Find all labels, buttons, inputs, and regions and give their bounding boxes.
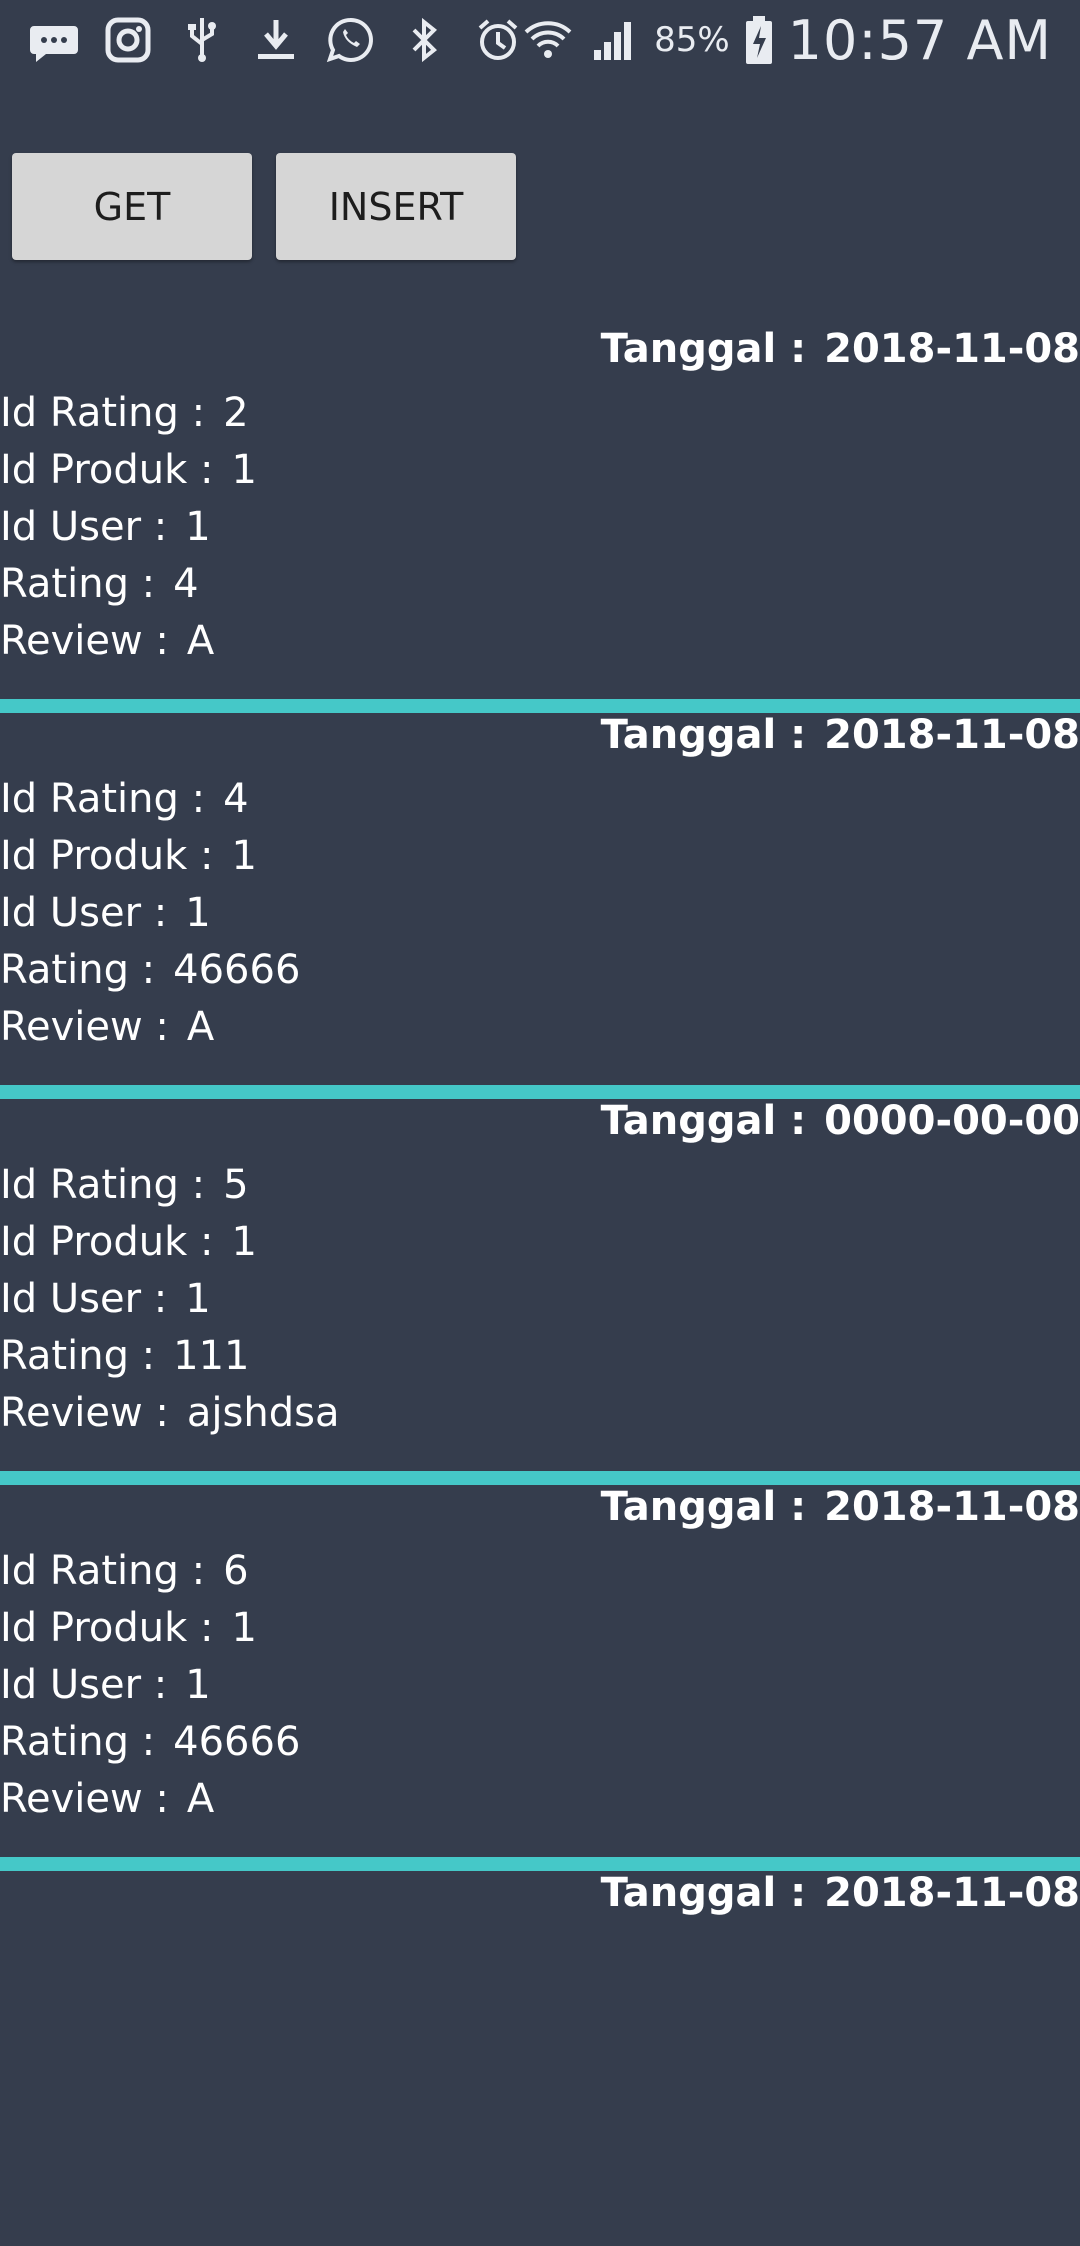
tanggal-value: 2018-11-08 xyxy=(824,1870,1080,1916)
id-produk-row: Id Produk : 1 xyxy=(0,833,257,879)
review-label: Review : xyxy=(0,1390,169,1436)
id-rating-row: Id Rating : 4 xyxy=(0,776,249,822)
id-user-label: Id User : xyxy=(0,1662,168,1708)
rating-row: Rating : 46666 xyxy=(0,1719,300,1765)
review-label: Review : xyxy=(0,618,169,664)
rating-value: 46666 xyxy=(173,1719,301,1765)
id-produk-label: Id Produk : xyxy=(0,1605,214,1651)
id-user-value: 1 xyxy=(185,504,211,550)
id-user-label: Id User : xyxy=(0,890,168,936)
id-produk-row: Id Produk : 1 xyxy=(0,1605,257,1651)
id-rating-label: Id Rating : xyxy=(0,1548,206,1594)
review-label: Review : xyxy=(0,1004,169,1050)
id-produk-value: 1 xyxy=(231,833,257,879)
id-user-value: 1 xyxy=(185,1662,211,1708)
review-value: A xyxy=(186,1776,215,1822)
clock: 10:57 AM xyxy=(787,8,1052,72)
rating-card[interactable]: Tanggal : 0000-00-00 Id Rating : 5 Id Prod… xyxy=(0,1088,1080,1485)
id-rating-row: Id Rating : 6 xyxy=(0,1548,249,1594)
tanggal-row: Tanggal : 2018-11-08 xyxy=(601,1870,1080,1916)
id-user-row: Id User : 1 xyxy=(0,504,211,550)
alarm-icon xyxy=(478,19,518,60)
download-icon xyxy=(258,20,294,59)
rating-card[interactable]: Tanggal : 2018-11-08 xyxy=(0,1860,1080,2246)
rating-value: 111 xyxy=(173,1333,250,1379)
id-produk-label: Id Produk : xyxy=(0,447,214,493)
id-produk-label: Id Produk : xyxy=(0,833,214,879)
id-rating-label: Id Rating : xyxy=(0,776,206,822)
bluetooth-icon xyxy=(412,17,437,63)
id-user-value: 1 xyxy=(185,1276,211,1322)
sms-icon xyxy=(30,26,78,62)
id-user-label: Id User : xyxy=(0,504,168,550)
id-rating-value: 2 xyxy=(223,390,249,436)
id-user-row: Id User : 1 xyxy=(0,1276,211,1322)
tanggal-value: 2018-11-08 xyxy=(824,712,1080,758)
tanggal-value: 0000-00-00 xyxy=(824,1098,1080,1144)
tanggal-label: Tanggal : xyxy=(600,1098,807,1144)
review-value: A xyxy=(186,1004,215,1050)
tanggal-row: Tanggal : 2018-11-08 xyxy=(601,1484,1080,1530)
rating-value: 4 xyxy=(173,561,199,607)
review-value: A xyxy=(186,618,215,664)
rating-label: Rating : xyxy=(0,947,156,993)
rating-value: 46666 xyxy=(173,947,301,993)
get-button[interactable]: GET xyxy=(12,153,252,260)
review-row: Review : ajshdsa xyxy=(0,1390,339,1436)
tanggal-label: Tanggal : xyxy=(600,712,807,758)
whatsapp-icon xyxy=(326,17,373,63)
tanggal-label: Tanggal : xyxy=(600,1484,807,1530)
id-user-row: Id User : 1 xyxy=(0,890,211,936)
tanggal-label: Tanggal : xyxy=(600,1870,807,1916)
wifi-icon xyxy=(524,21,572,58)
tanggal-row: Tanggal : 2018-11-08 xyxy=(601,712,1080,758)
id-rating-row: Id Rating : 5 xyxy=(0,1162,249,1208)
rating-row: Rating : 46666 xyxy=(0,947,300,993)
id-user-row: Id User : 1 xyxy=(0,1662,211,1708)
system-indicators: 85% 10:57 AM xyxy=(522,6,1052,74)
id-produk-row: Id Produk : 1 xyxy=(0,1219,257,1265)
battery-percent: 85% xyxy=(654,20,730,60)
rating-card[interactable]: Tanggal : 2018-11-08 Id Rating : 2 Id Prod… xyxy=(0,316,1080,713)
id-produk-value: 1 xyxy=(231,1605,257,1651)
review-value: ajshdsa xyxy=(186,1390,340,1436)
rating-card[interactable]: Tanggal : 2018-11-08 Id Rating : 6 Id Prod… xyxy=(0,1474,1080,1871)
usb-icon xyxy=(188,18,216,62)
review-row: Review : A xyxy=(0,1776,214,1822)
id-user-label: Id User : xyxy=(0,1276,168,1322)
rating-label: Rating : xyxy=(0,561,156,607)
id-rating-label: Id Rating : xyxy=(0,390,206,436)
id-rating-row: Id Rating : 2 xyxy=(0,390,249,436)
battery-charging-icon xyxy=(745,16,772,64)
rating-label: Rating : xyxy=(0,1333,156,1379)
review-label: Review : xyxy=(0,1776,169,1822)
instagram-icon xyxy=(105,17,151,63)
tanggal-value: 2018-11-08 xyxy=(824,326,1080,372)
id-rating-value: 5 xyxy=(223,1162,249,1208)
id-rating-label: Id Rating : xyxy=(0,1162,206,1208)
status-bar: 85% 10:57 AM xyxy=(0,0,1080,80)
notification-icons xyxy=(28,12,524,68)
id-produk-value: 1 xyxy=(231,447,257,493)
rating-row: Rating : 111 xyxy=(0,1333,250,1379)
tanggal-label: Tanggal : xyxy=(600,326,807,372)
signal-icon xyxy=(594,22,632,60)
tanggal-row: Tanggal : 2018-11-08 xyxy=(601,326,1080,372)
id-rating-value: 4 xyxy=(223,776,249,822)
id-produk-value: 1 xyxy=(231,1219,257,1265)
tanggal-row: Tanggal : 0000-00-00 xyxy=(601,1098,1080,1144)
rating-row: Rating : 4 xyxy=(0,561,199,607)
rating-card[interactable]: Tanggal : 2018-11-08 Id Rating : 4 Id Prod… xyxy=(0,702,1080,1099)
id-produk-label: Id Produk : xyxy=(0,1219,214,1265)
ratings-list[interactable]: Tanggal : 2018-11-08 Id Rating : 2 Id Prod… xyxy=(0,316,1080,2246)
rating-label: Rating : xyxy=(0,1719,156,1765)
insert-button[interactable]: INSERT xyxy=(276,153,516,260)
id-rating-value: 6 xyxy=(223,1548,249,1594)
id-user-value: 1 xyxy=(185,890,211,936)
id-produk-row: Id Produk : 1 xyxy=(0,447,257,493)
tanggal-value: 2018-11-08 xyxy=(824,1484,1080,1530)
review-row: Review : A xyxy=(0,1004,214,1050)
review-row: Review : A xyxy=(0,618,214,664)
